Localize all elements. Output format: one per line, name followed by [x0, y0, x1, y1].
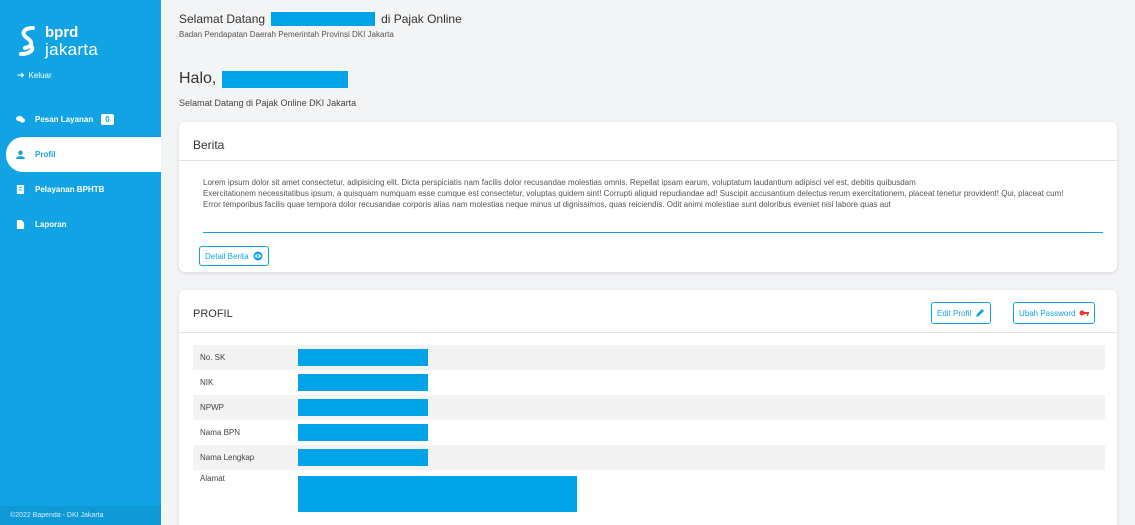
- profil-row: NPWP: [193, 395, 1105, 420]
- page-header: Selamat Datang di Pajak Online Badan Pen…: [179, 12, 462, 39]
- sidebar-item-pesan-layanan[interactable]: Pesan Layanan 0: [0, 102, 161, 137]
- berita-content[interactable]: Lorem ipsum dolor sit amet consectetur, …: [203, 177, 1103, 233]
- berita-paragraph: Exercitationem necessitatibus ipsum, a q…: [203, 189, 1064, 198]
- berita-card: Berita Lorem ipsum dolor sit amet consec…: [179, 122, 1117, 272]
- profil-title: PROFIL: [193, 308, 233, 320]
- detail-berita-button[interactable]: Detail Berita: [199, 246, 269, 266]
- page-subtitle: Badan Pendapatan Daerah Pemerintah Provi…: [179, 30, 394, 39]
- sidebar-item-laporan[interactable]: Laporan: [0, 207, 161, 242]
- berita-paragraph: Lorem ipsum dolor sit amet consectetur, …: [203, 178, 916, 187]
- sidebar: bprd jakarta ➔ Keluar Pesan Layanan 0 Pr…: [0, 0, 161, 525]
- welcome-prefix: Selamat Datang: [179, 12, 266, 26]
- greeting-subtitle: Selamat Datang di Pajak Online DKI Jakar…: [179, 98, 357, 108]
- profil-label: No. SK: [200, 353, 226, 362]
- welcome-suffix: di Pajak Online: [381, 12, 462, 26]
- pencil-icon: [976, 309, 985, 317]
- profil-label: NPWP: [200, 403, 224, 412]
- file-icon: [16, 220, 25, 229]
- welcome-line: Selamat Datang di Pajak Online: [179, 12, 462, 26]
- logo-text-jakarta: jakarta: [45, 39, 99, 59]
- profil-label: Nama BPN: [200, 428, 241, 437]
- redacted-username: [271, 12, 376, 26]
- redacted-value: [298, 449, 428, 466]
- berita-paragraph: Error temporibus facilis quae tempora do…: [203, 200, 891, 209]
- logo-mark-icon: [17, 24, 37, 58]
- sidebar-item-label: Pelayanan BPHTB: [35, 185, 105, 194]
- profil-row: Alamat: [193, 470, 1105, 512]
- profil-row: Nama BPN: [193, 420, 1105, 445]
- redacted-greeting-name: [222, 70, 349, 88]
- logo-text-bprd: bprd: [45, 23, 79, 41]
- profil-table: No. SK NIK NPWP Nama BPN Nama Lengkap Al…: [193, 345, 1105, 512]
- sidebar-item-profil[interactable]: Profil: [6, 137, 161, 172]
- ubah-password-button[interactable]: Ubah Password: [1013, 302, 1096, 324]
- bprd-logo[interactable]: bprd jakarta: [17, 24, 98, 58]
- greeting: Halo,: [179, 70, 349, 88]
- sidebar-item-label: Laporan: [35, 220, 67, 229]
- logout-label: Keluar: [28, 71, 52, 80]
- chat-icon: [16, 115, 25, 123]
- divider: [179, 160, 1117, 161]
- divider: [179, 332, 1117, 333]
- edit-profil-button[interactable]: Edit Profil: [931, 302, 992, 324]
- redacted-value: [298, 399, 428, 416]
- greeting-label: Halo,: [179, 70, 217, 87]
- profil-row: NIK: [193, 370, 1105, 395]
- edit-profil-label: Edit Profil: [937, 308, 972, 318]
- profil-row: No. SK: [193, 345, 1105, 370]
- main-content: Selamat Datang di Pajak Online Badan Pen…: [161, 0, 1135, 525]
- berita-title: Berita: [193, 138, 225, 152]
- redacted-value: [298, 424, 428, 441]
- message-count-badge: 0: [101, 114, 114, 125]
- sidebar-item-pelayanan-bphtb[interactable]: Pelayanan BPHTB: [0, 172, 161, 207]
- key-icon: [1079, 310, 1090, 316]
- profil-label: Alamat: [200, 474, 225, 483]
- user-icon: [16, 150, 25, 159]
- logout-link[interactable]: ➔ Keluar: [17, 70, 52, 81]
- profil-card: PROFIL Edit Profil Ubah Password No. SK …: [179, 290, 1117, 525]
- eye-icon: [253, 251, 263, 261]
- profil-label: NIK: [200, 378, 214, 387]
- ubah-password-label: Ubah Password: [1019, 308, 1076, 318]
- detail-berita-label: Detail Berita: [205, 251, 249, 261]
- redacted-value: [298, 349, 428, 366]
- sidebar-footer: ©2022 Bapenda - DKI Jakarta: [0, 506, 161, 525]
- logout-icon: ➔: [17, 70, 25, 80]
- sidebar-item-label: Pesan Layanan: [35, 115, 94, 124]
- document-icon: [16, 185, 25, 194]
- redacted-value: [298, 374, 428, 391]
- profil-row: Nama Lengkap: [193, 445, 1105, 470]
- profil-label: Nama Lengkap: [200, 453, 255, 462]
- redacted-value: [298, 476, 577, 512]
- sidebar-item-label: Profil: [35, 150, 56, 159]
- sidebar-menu: Pesan Layanan 0 Profil Pelayanan BPHTB L…: [0, 102, 161, 242]
